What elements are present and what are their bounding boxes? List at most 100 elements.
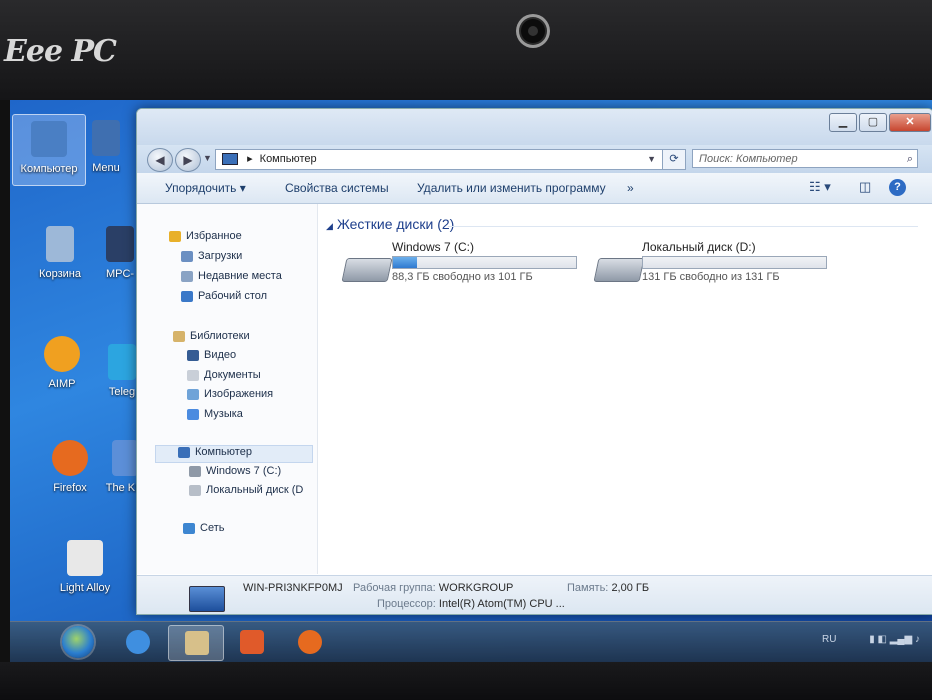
nav-drive-c[interactable]: Windows 7 (C:) (189, 465, 281, 477)
address-dropdown-icon[interactable]: ▼ (647, 150, 656, 169)
computer-icon (31, 121, 67, 157)
preview-pane-icon[interactable]: ◫ (859, 179, 871, 195)
uninstall-program-button[interactable]: Удалить или изменить программу (417, 181, 606, 195)
nav-music[interactable]: Музыка (187, 408, 243, 420)
drive-item-c[interactable]: Windows 7 (C:) 88,3 ГБ свободно из 101 Г… (340, 240, 580, 290)
breadcrumb-computer[interactable]: Компьютер (260, 153, 317, 165)
taskbar-media-player[interactable] (224, 625, 278, 659)
desktop-icon-label: AIMP (48, 378, 76, 390)
cpu-info: Процессор: Intel(R) Atom(TM) CPU ... (377, 598, 565, 610)
nav-favorites[interactable]: Избранное (169, 230, 242, 242)
group-header-hard-drives[interactable]: ◢ Жесткие диски (2) (326, 216, 454, 232)
drive-name: Локальный диск (D:) (642, 240, 756, 254)
desktop-icon-firefox[interactable]: Firefox (40, 440, 100, 494)
nav-pictures[interactable]: Изображения (187, 388, 273, 400)
nav-label: Windows 7 (C:) (206, 465, 282, 477)
explorer-window: ▁ ▢ ✕ ◀ ▶ ▼ ▸ Компьютер ▼ ⟳ Поиск: Компь… (136, 108, 932, 615)
group-divider (448, 226, 918, 227)
system-properties-button[interactable]: Свойства системы (285, 181, 389, 195)
workgroup-info: Рабочая группа: WORKGROUP (353, 582, 513, 594)
nav-videos[interactable]: Видео (187, 349, 236, 361)
nav-drive-d[interactable]: Локальный диск (D (189, 484, 303, 496)
back-button[interactable]: ◀ (147, 148, 173, 172)
maximize-button[interactable]: ▢ (859, 113, 887, 132)
search-input[interactable]: Поиск: Компьютер ⌕ (692, 149, 918, 168)
taskbar-firefox[interactable] (282, 625, 336, 659)
nav-label: Музыка (204, 408, 243, 420)
close-button[interactable]: ✕ (889, 113, 931, 132)
media-player-icon (240, 630, 264, 654)
nav-downloads[interactable]: Загрузки (181, 250, 242, 262)
nav-libraries[interactable]: Библиотеки (173, 330, 250, 342)
minimize-button[interactable]: ▁ (829, 113, 857, 132)
taskbar: RU ▮ ◧ ▂▄▆ ♪ (10, 621, 932, 662)
telegram-icon (108, 344, 136, 380)
menu-icon (92, 120, 120, 156)
local-drive-icon (593, 258, 645, 282)
drive-icon (189, 465, 201, 477)
cpu-label: Процессор: (377, 598, 436, 610)
cpu-value: Intel(R) Atom(TM) CPU ... (438, 598, 565, 610)
organize-button[interactable]: Упорядочить ▾ (165, 181, 246, 195)
start-button[interactable] (62, 626, 94, 658)
nav-documents[interactable]: Документы (187, 369, 261, 381)
computer-small-icon (178, 446, 190, 458)
command-bar: Упорядочить ▾ Свойства системы Удалить и… (137, 173, 932, 204)
help-icon[interactable]: ? (889, 179, 906, 196)
address-bar[interactable]: ▸ Компьютер ▼ (215, 149, 663, 170)
workgroup-value: WORKGROUP (438, 582, 514, 594)
internet-explorer-icon (126, 630, 150, 654)
laptop-bezel-top: Eee PC (0, 0, 932, 100)
details-pane: WIN-PRI3NKFP0MJ Рабочая группа: WORKGROU… (137, 575, 932, 614)
drive-item-d[interactable]: Локальный диск (D:) 131 ГБ свободно из 1… (592, 240, 832, 290)
taskbar-ie[interactable] (110, 625, 164, 659)
change-view-icon[interactable]: ☷ ▾ (809, 179, 831, 195)
history-dropdown-icon[interactable]: ▼ (203, 153, 212, 163)
refresh-button[interactable]: ⟳ (662, 149, 686, 170)
address-row: ◀ ▶ ▼ ▸ Компьютер ▼ ⟳ Поиск: Компьютер ⌕ (137, 145, 932, 173)
search-icon[interactable]: ⌕ (907, 150, 913, 169)
desktop-icon-label: Menu (92, 162, 120, 174)
downloads-folder-icon (181, 250, 193, 262)
desktop-icon-label: Компьютер (20, 163, 78, 175)
tray-icons[interactable]: ▮ ◧ ▂▄▆ ♪ (869, 634, 920, 645)
nav-label: Видео (204, 349, 237, 361)
light-alloy-icon (67, 540, 103, 576)
drive-usage-bar (642, 256, 827, 269)
window-titlebar[interactable]: ▁ ▢ ✕ (137, 109, 932, 147)
nav-label: Избранное (186, 230, 242, 242)
desktop-icon-recycle-bin[interactable]: Корзина (24, 226, 96, 280)
nav-label: Компьютер (195, 446, 252, 458)
kmplayer-icon (112, 440, 138, 476)
collapse-arrow-icon[interactable]: ◢ (326, 221, 333, 231)
firefox-icon (52, 440, 88, 476)
nav-desktop[interactable]: Рабочий стол (181, 290, 267, 302)
language-indicator[interactable]: RU (822, 634, 836, 645)
drive-icon (189, 484, 201, 496)
webcam (516, 14, 550, 48)
aimp-icon (44, 336, 80, 372)
desktop-icon-light-alloy[interactable]: Light Alloy (50, 540, 120, 594)
recycle-bin-icon (46, 226, 74, 262)
nav-computer[interactable]: Компьютер (155, 445, 313, 463)
memory-value: 2,00 ГБ (611, 582, 650, 594)
breadcrumb-separator: ▸ (247, 153, 253, 165)
windows-drive-icon (341, 258, 393, 282)
music-library-icon (187, 408, 199, 420)
computer-small-icon (222, 153, 238, 166)
star-icon (169, 230, 181, 242)
nav-recent-places[interactable]: Недавние места (181, 270, 282, 282)
desktop-icon-computer[interactable]: Компьютер (12, 114, 86, 186)
network-icon (183, 522, 195, 534)
brand-logo: Eee PC (4, 34, 117, 69)
taskbar-explorer[interactable] (168, 625, 224, 661)
video-library-icon (187, 349, 199, 361)
nav-network[interactable]: Сеть (183, 522, 224, 534)
desktop-icon-menu[interactable]: Menu (80, 114, 132, 174)
desktop-icon-aimp[interactable]: AIMP (32, 336, 92, 390)
computer-name: WIN-PRI3NKFP0MJ (243, 582, 343, 594)
memory-info: Память: 2,00 ГБ (567, 582, 649, 594)
more-commands-button[interactable]: » (627, 181, 634, 195)
forward-button[interactable]: ▶ (175, 148, 201, 172)
nav-label: Локальный диск (D (206, 484, 304, 496)
